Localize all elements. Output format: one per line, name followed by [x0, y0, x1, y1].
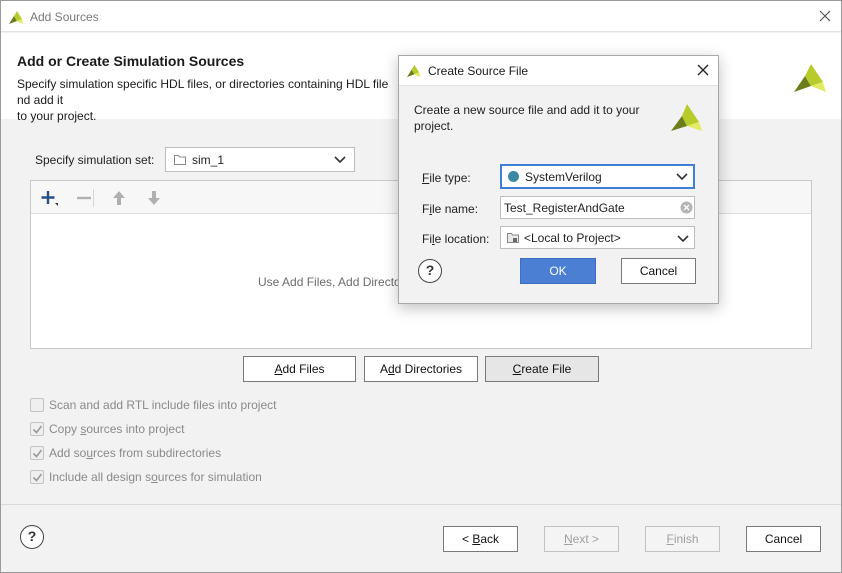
checkmark-icon: [32, 425, 43, 434]
chevron-down-icon: [676, 173, 688, 181]
folder-icon: [174, 155, 186, 165]
checkbox[interactable]: [30, 446, 44, 460]
window-title: Add Sources: [30, 10, 99, 24]
move-down-icon[interactable]: [144, 188, 164, 208]
create-file-button[interactable]: Create File: [485, 356, 599, 382]
help-icon[interactable]: ?: [20, 525, 44, 549]
file-type-value: SystemVerilog: [525, 170, 602, 184]
systemverilog-icon: [508, 171, 519, 182]
remove-icon[interactable]: [74, 188, 94, 208]
chevron-down-icon: [334, 156, 346, 164]
file-name-input[interactable]: Test_RegisterAndGate: [500, 196, 695, 219]
back-button[interactable]: < Back: [443, 526, 518, 552]
add-directories-button[interactable]: Add Directories: [364, 356, 478, 382]
app-logo-icon: [671, 104, 702, 131]
folder-icon: [507, 233, 519, 243]
checkmark-icon: [32, 449, 43, 458]
option-label: Copy sources into project: [49, 422, 185, 436]
add-icon[interactable]: [39, 188, 59, 208]
close-icon[interactable]: [696, 63, 710, 77]
clear-icon[interactable]: [680, 201, 693, 214]
dialog-title-bar: Create Source File: [399, 56, 718, 86]
checkbox[interactable]: [30, 422, 44, 436]
file-name-value: Test_RegisterAndGate: [504, 201, 625, 215]
dialog-title: Create Source File: [428, 64, 529, 78]
file-location-label: File location:: [422, 232, 490, 246]
help-icon[interactable]: ?: [418, 259, 442, 283]
checkbox[interactable]: [30, 398, 44, 412]
simulation-set-value: sim_1: [192, 153, 225, 167]
app-logo-icon: [406, 64, 421, 78]
option-label: Add sources from subdirectories: [49, 446, 222, 460]
app-logo-icon: [794, 64, 826, 92]
move-up-icon[interactable]: [109, 188, 129, 208]
dialog-description: Create a new source file and add it to y…: [414, 103, 640, 133]
dialog-cancel-button[interactable]: Cancel: [621, 258, 696, 284]
close-icon[interactable]: [817, 8, 833, 24]
page-title: Add or Create Simulation Sources: [17, 53, 245, 69]
create-source-file-dialog: Create Source File Create a new source f…: [398, 55, 719, 304]
next-button[interactable]: Next >: [544, 526, 619, 552]
ok-button[interactable]: OK: [520, 258, 596, 284]
file-location-select[interactable]: <Local to Project>: [500, 226, 695, 249]
file-location-value: <Local to Project>: [524, 231, 621, 245]
cancel-button[interactable]: Cancel: [746, 526, 821, 552]
finish-button[interactable]: Finish: [645, 526, 720, 552]
file-type-label: File type:: [422, 171, 471, 185]
simulation-set-label: Specify simulation set:: [35, 153, 155, 167]
option-label: Include all design sources for simulatio…: [49, 470, 262, 484]
footer-divider: [1, 504, 841, 505]
title-bar: Add Sources: [1, 1, 841, 32]
checkmark-icon: [32, 473, 43, 482]
file-type-select[interactable]: SystemVerilog: [500, 164, 695, 189]
file-name-label: File name:: [422, 202, 479, 216]
option-label: Scan and add RTL include files into proj…: [49, 398, 277, 412]
checkbox[interactable]: [30, 470, 44, 484]
simulation-set-select[interactable]: sim_1: [165, 147, 355, 172]
add-files-button[interactable]: Add Files: [243, 356, 356, 382]
chevron-down-icon: [677, 235, 689, 243]
app-logo-icon: [9, 11, 23, 24]
